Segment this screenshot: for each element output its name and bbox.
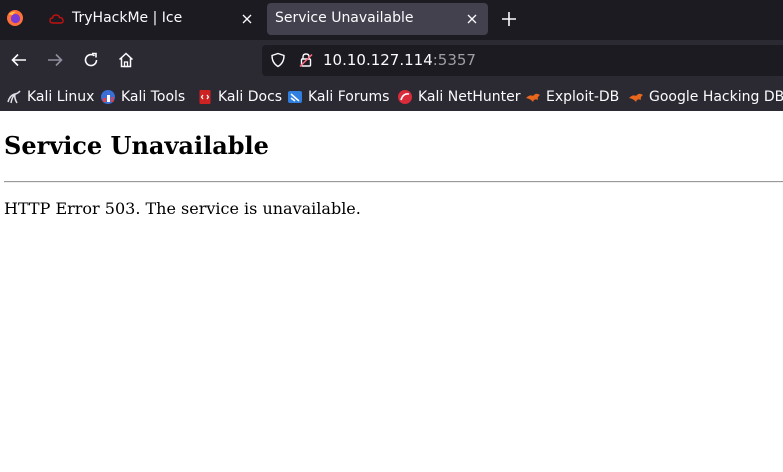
forward-arrow-icon[interactable] xyxy=(46,51,64,69)
insecure-lock-icon[interactable] xyxy=(298,52,314,68)
url-host: 10.10.127.114 xyxy=(323,51,433,69)
bookmark-kali-nethunter[interactable]: Kali NetHunter xyxy=(397,87,520,106)
url-port: :5357 xyxy=(432,51,476,69)
close-tab-icon[interactable] xyxy=(239,11,255,27)
tab-title: TryHackMe | Ice xyxy=(72,10,183,26)
kali-tools-icon xyxy=(101,89,115,104)
tab-tryhackme[interactable]: TryHackMe | Ice xyxy=(41,3,263,35)
bookmark-kali-docs[interactable]: Kali Docs xyxy=(197,87,282,106)
tryhackme-cloud-icon xyxy=(49,14,64,24)
exploit-db-icon xyxy=(526,93,540,102)
bookmark-label: Kali Forums xyxy=(308,88,390,105)
address-bar[interactable]: 10.10.127.114:5357 xyxy=(262,45,783,76)
bookmark-label: Google Hacking DB xyxy=(649,88,783,105)
tab-bar: TryHackMe | Ice Service Unavailable xyxy=(0,0,783,40)
bookmark-exploit-db[interactable]: Exploit-DB xyxy=(525,87,619,106)
page-heading: Service Unavailable xyxy=(4,131,269,160)
bookmark-label: Exploit-DB xyxy=(546,88,620,105)
firefox-icon[interactable] xyxy=(6,9,24,27)
navigation-toolbar: 10.10.127.114:5357 xyxy=(0,40,783,82)
new-tab-icon[interactable] xyxy=(500,10,518,28)
reload-icon[interactable] xyxy=(82,51,100,69)
kali-forums-icon xyxy=(288,90,302,103)
kali-docs-icon xyxy=(199,89,211,104)
home-icon[interactable] xyxy=(117,51,135,69)
divider xyxy=(4,181,783,183)
error-message: HTTP Error 503. The service is unavailab… xyxy=(4,199,361,218)
url-text[interactable]: 10.10.127.114:5357 xyxy=(323,51,476,69)
bookmark-kali-linux[interactable]: Kali Linux xyxy=(6,87,94,106)
close-tab-icon[interactable] xyxy=(464,11,480,27)
bookmark-label: Kali Docs xyxy=(218,88,283,105)
bookmark-google-hacking-db[interactable]: Google Hacking DB xyxy=(628,87,783,106)
page-content: Service Unavailable HTTP Error 503. The … xyxy=(0,111,783,472)
bookmark-label: Kali Tools xyxy=(121,88,186,105)
tab-title: Service Unavailable xyxy=(275,10,414,26)
bookmark-label: Kali NetHunter xyxy=(418,88,521,105)
bookmarks-toolbar: Kali Linux Kali Tools Kali Docs Kali For… xyxy=(0,82,783,111)
bookmark-label: Kali Linux xyxy=(27,88,95,105)
tab-service-unavailable[interactable]: Service Unavailable xyxy=(267,3,488,35)
tracking-protection-shield-icon[interactable] xyxy=(270,52,286,68)
kali-dragon-icon xyxy=(7,90,21,103)
kali-nethunter-icon xyxy=(398,89,412,104)
back-arrow-icon[interactable] xyxy=(10,51,28,69)
google-hacking-db-icon xyxy=(629,93,643,102)
bookmark-kali-tools[interactable]: Kali Tools xyxy=(100,87,185,106)
bookmark-kali-forums[interactable]: Kali Forums xyxy=(287,87,389,106)
